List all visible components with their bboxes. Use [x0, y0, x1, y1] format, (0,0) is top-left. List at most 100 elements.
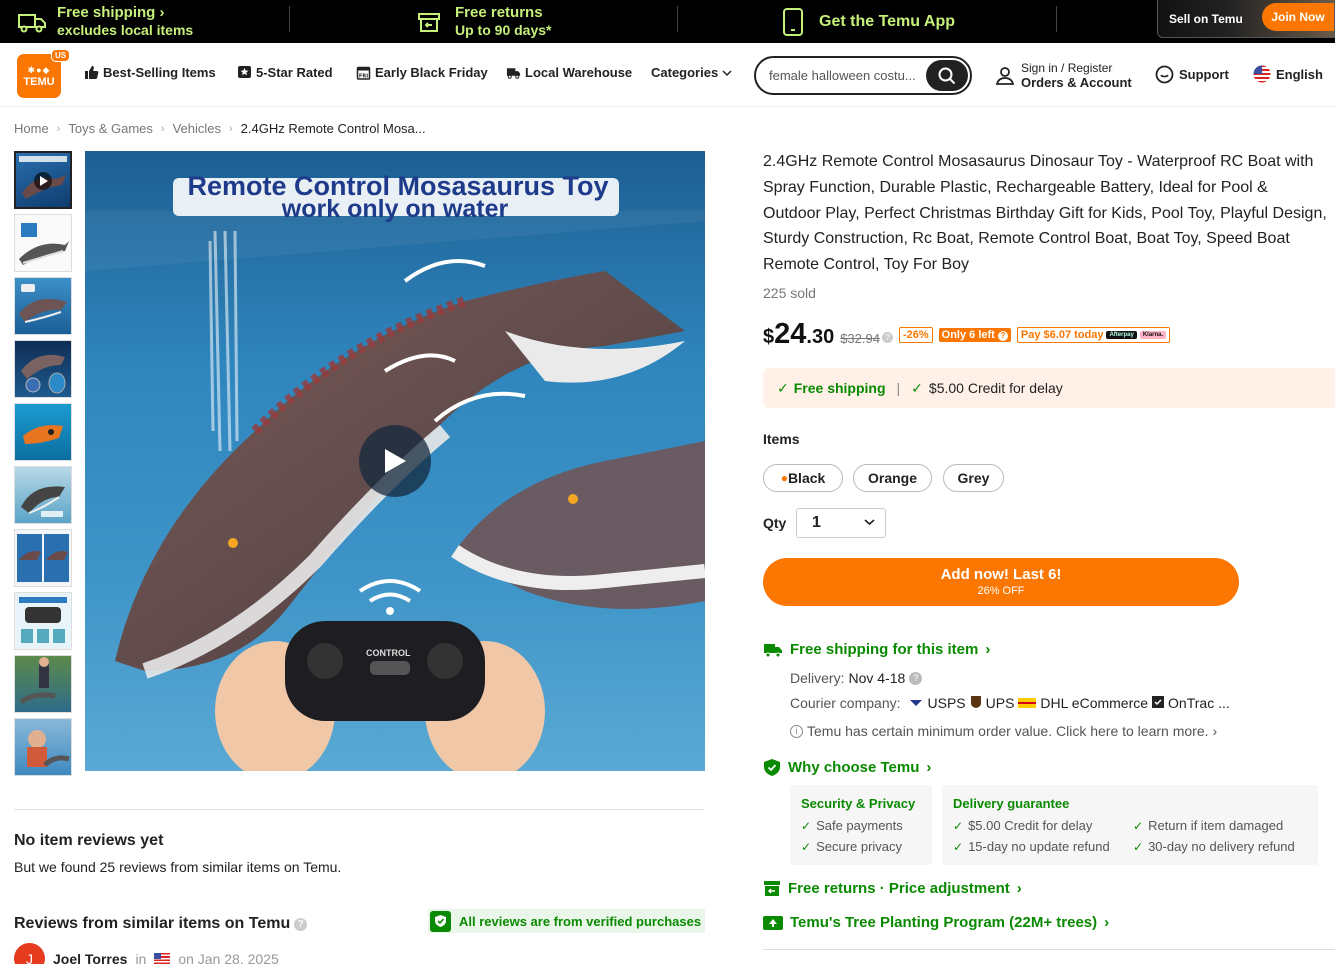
delivery-label: Delivery: [790, 670, 845, 686]
promo-free-returns[interactable]: Free returns Up to 90 days* [417, 0, 551, 43]
nav-early-black-friday[interactable]: FRI Early Black Friday [356, 65, 488, 80]
join-now-button[interactable]: Join Now [1262, 3, 1334, 31]
language-label: English [1276, 66, 1323, 82]
tree-planting-icon [763, 915, 783, 930]
check-icon: ✓ [911, 379, 923, 396]
promo-app[interactable]: Get the Temu App [782, 0, 955, 43]
search-button[interactable] [926, 60, 968, 91]
thumbnail-2[interactable] [14, 214, 72, 272]
free-shipping-item-link[interactable]: Free shipping for this item › [763, 641, 990, 658]
thumbnail-8[interactable] [14, 592, 72, 650]
reviews-divider [14, 809, 705, 810]
credit-text: $5.00 Credit for delay [928, 380, 1063, 396]
breadcrumb-home[interactable]: Home [14, 121, 49, 136]
return-damaged-text: Return if item damaged [1148, 818, 1284, 833]
breadcrumb-toys-games[interactable]: Toys & Games [68, 121, 153, 136]
delivery-line: Delivery: Nov 4-18 ? [790, 670, 923, 686]
info-circle-icon: i [790, 724, 803, 738]
nav-five-star-label: 5-Star Rated [256, 65, 333, 80]
no-delivery-refund-text: 30-day no delivery refund [1148, 839, 1295, 854]
play-video-button[interactable] [359, 425, 431, 497]
us-flag-icon [154, 953, 171, 964]
free-returns-text: Free returns · Price adjustment [788, 880, 1010, 897]
tree-planting-link[interactable]: Temu's Tree Planting Program (22M+ trees… [763, 914, 1109, 931]
safe-payments-text: Safe payments [816, 818, 903, 833]
language-selector[interactable]: English [1253, 65, 1323, 83]
option-grey[interactable]: Grey [943, 464, 1004, 492]
nav-local-warehouse[interactable]: Local Warehouse [506, 65, 632, 80]
help-icon[interactable]: ? [294, 917, 308, 931]
option-black[interactable]: ● Black [763, 464, 843, 492]
nav-five-star[interactable]: 5-Star Rated [237, 65, 333, 80]
qty-select[interactable]: 1 [796, 508, 886, 538]
delivery-value: Nov 4-18 [848, 670, 906, 686]
thumbnail-3[interactable] [14, 277, 72, 335]
chevron-down-icon [722, 65, 732, 80]
nav-categories[interactable]: Categories [651, 65, 732, 80]
nav-categories-label: Categories [651, 65, 719, 80]
review-date: on Jan 28, 2025 [178, 950, 279, 964]
chevron-right-icon: › [56, 122, 61, 135]
info-icon[interactable]: ? [881, 332, 893, 343]
nav-local-warehouse-label: Local Warehouse [525, 65, 633, 80]
free-returns-link[interactable]: Free returns · Price adjustment › [763, 880, 1022, 897]
thumbnail-9[interactable] [14, 655, 72, 713]
promo-free-returns-sub: Up to 90 days* [455, 21, 552, 38]
thumbnail-10[interactable] [14, 718, 72, 776]
nav-best-selling[interactable]: Best-Selling Items [84, 65, 216, 80]
thumbnail-4[interactable] [14, 340, 72, 398]
why-choose-temu-link[interactable]: Why choose Temu › [763, 758, 931, 777]
shield-check-icon [764, 759, 780, 776]
thumbnail-video[interactable] [14, 151, 72, 209]
reviewer-in: in [135, 950, 147, 964]
credit-delay-text: $5.00 Credit for delay [968, 818, 1093, 833]
logo-text: TEMU [23, 75, 55, 88]
support-link[interactable]: Support [1155, 65, 1229, 84]
return-box-icon [764, 881, 780, 896]
account-menu[interactable]: Sign in / Register Orders & Account [995, 61, 1132, 91]
option-orange[interactable]: Orange [853, 464, 932, 492]
price-cents: .30 [806, 326, 835, 348]
header: ✱●◆ TEMU US Best-Selling Items 5-Star Ra… [0, 43, 1335, 107]
free-shipping-text: Free shipping [793, 380, 886, 396]
search-input[interactable] [769, 68, 924, 83]
current-price: $24.30 [763, 318, 834, 351]
security-privacy-title: Security & Privacy [801, 796, 916, 811]
courier-usps: USPS [927, 695, 966, 711]
price-whole: 24 [774, 318, 807, 350]
sell-on-temu[interactable]: Sell on Temu Join Now [1157, 0, 1335, 38]
chevron-down-icon [864, 519, 875, 526]
check-icon: ✓ [1133, 818, 1144, 833]
security-privacy-box[interactable]: Security & Privacy ✓ Safe payments ✓ Secur… [790, 785, 932, 865]
pay-later-badge[interactable]: Pay $6.07 today Afterpay Klarna. [1016, 327, 1171, 343]
play-icon [385, 449, 406, 473]
breadcrumb-vehicles[interactable]: Vehicles [173, 121, 221, 136]
chevron-right-icon: › [985, 641, 991, 658]
promo-free-returns-title: Free returns [455, 3, 543, 21]
no-update-refund-text: 15-day no update refund [968, 839, 1110, 854]
truck-icon [18, 13, 46, 32]
stock-badge-text: Only 6 left [941, 329, 995, 341]
delivery-guarantee-box[interactable]: Delivery guarantee ✓ $5.00 Credit for del… [942, 785, 1318, 865]
thumbnail-5[interactable] [14, 403, 72, 461]
stock-badge[interactable]: Only 6 left ? [938, 328, 1011, 342]
check-icon: ✓ [953, 839, 964, 854]
thumbnail-7[interactable] [14, 529, 72, 587]
courier-label: Courier company: [790, 695, 901, 711]
delivery-item: ✓ 15-day no update refund [953, 839, 1110, 854]
promo-bar: Free shipping › excludes local items Fre… [0, 0, 1335, 43]
delivery-item: ✓ 30-day no delivery refund [1133, 839, 1295, 854]
help-icon[interactable]: ? [909, 671, 923, 685]
sell-on-temu-label: Sell on Temu [1169, 11, 1243, 26]
thumbnail-6[interactable] [14, 466, 72, 524]
add-to-cart-label: Add now! Last 6! [940, 566, 1062, 583]
min-order-link[interactable]: i Temu has certain minimum order value. … [790, 723, 1217, 739]
add-to-cart-button[interactable]: Add now! Last 6! 26% OFF [763, 558, 1239, 606]
secure-privacy-text: Secure privacy [816, 839, 903, 854]
delivery-item: ✓ $5.00 Credit for delay [953, 818, 1092, 833]
promo-free-shipping[interactable]: Free shipping › excludes local items [17, 0, 193, 43]
phone-icon [783, 7, 803, 36]
delivery-truck-icon [506, 65, 521, 80]
search-bar [754, 56, 972, 95]
main-product-image[interactable]: Remote Control Mosasaurus Toy work only … [85, 151, 705, 771]
